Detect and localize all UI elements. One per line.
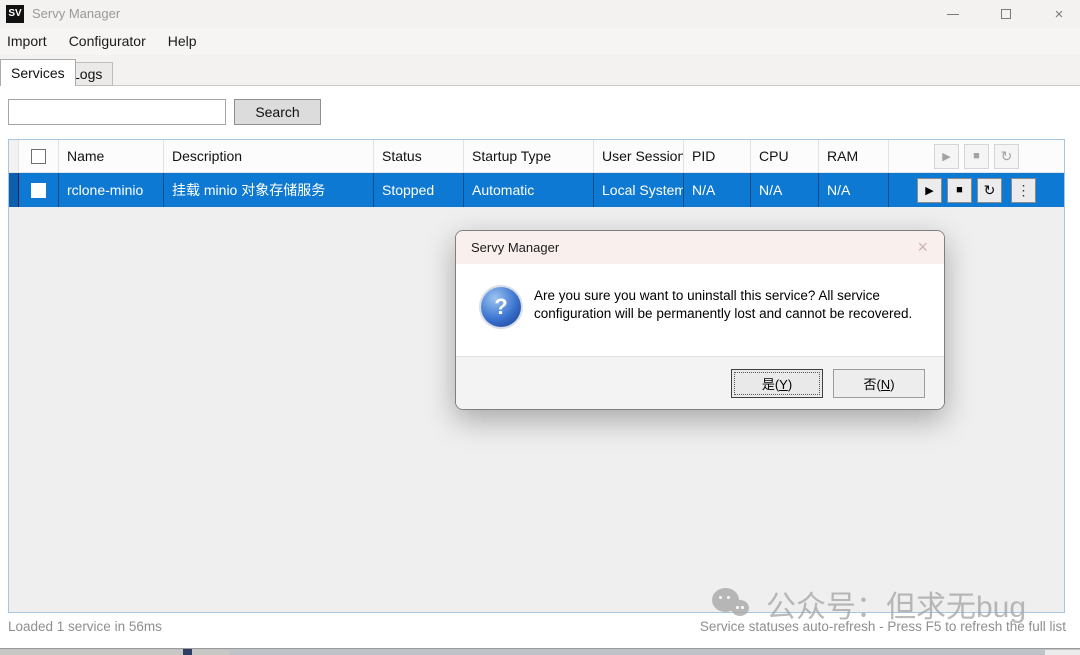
no-button-label-suffix: ) <box>890 377 894 392</box>
more-actions-button[interactable]: ⋮ <box>1011 178 1036 203</box>
more-icon: ⋮ <box>1017 182 1031 199</box>
column-header-ram[interactable]: RAM <box>819 140 889 172</box>
stop-service-button[interactable]: ■ <box>947 178 972 203</box>
play-icon: ▶ <box>925 184 933 197</box>
maximize-button[interactable] <box>988 0 1024 28</box>
column-header-name[interactable]: Name <box>59 140 164 172</box>
focus-rectangle <box>734 372 820 395</box>
title-bar: SV Servy Manager × <box>0 0 1080 28</box>
restart-service-button[interactable]: ↻ <box>977 178 1002 203</box>
no-button[interactable]: 否(N) <box>833 369 925 398</box>
refresh-icon: ↻ <box>984 182 996 199</box>
close-icon: × <box>1055 6 1064 23</box>
start-all-button: ▶ <box>934 144 959 169</box>
status-refresh-hint: Service statuses auto-refresh - Press F5… <box>700 619 1066 634</box>
refresh-icon: ↻ <box>1001 148 1013 165</box>
cell-user-session: Local System <box>594 173 684 207</box>
servy-manager-window: SV Servy Manager × Import Configurator H… <box>0 0 1080 655</box>
cell-ram: N/A <box>819 173 889 207</box>
column-header-cpu[interactable]: CPU <box>751 140 819 172</box>
app-icon: SV <box>6 5 24 23</box>
stop-icon: ■ <box>956 184 963 196</box>
cell-startup-type: Automatic <box>464 173 594 207</box>
service-row-rclone-minio[interactable]: rclone-minio 挂载 minio 对象存储服务 Stopped Aut… <box>9 173 1064 207</box>
taskbar-notch <box>183 649 192 655</box>
search-input[interactable] <box>8 99 226 125</box>
cell-status: Stopped <box>374 173 464 207</box>
maximize-icon <box>1001 9 1011 19</box>
minimize-button[interactable] <box>935 0 971 28</box>
dialog-close-button[interactable]: × <box>913 231 932 264</box>
row-select-cell <box>19 173 59 207</box>
tab-services[interactable]: Services <box>0 59 76 86</box>
column-header-status[interactable]: Status <box>374 140 464 172</box>
column-header-startup-type[interactable]: Startup Type <box>464 140 594 172</box>
cell-name: rclone-minio <box>59 173 164 207</box>
row-selection-indicator <box>9 173 19 207</box>
status-loaded-text: Loaded 1 service in 56ms <box>8 619 162 634</box>
dialog-footer: 是(Y) 否(N) <box>456 356 944 409</box>
restart-all-button: ↻ <box>994 144 1019 169</box>
cell-pid: N/A <box>684 173 751 207</box>
dialog-body: ? Are you sure you want to uninstall thi… <box>456 264 944 358</box>
stop-all-button: ■ <box>964 144 989 169</box>
close-button[interactable]: × <box>1041 0 1077 28</box>
dialog-message: Are you sure you want to uninstall this … <box>534 287 924 322</box>
column-header-description[interactable]: Description <box>164 140 374 172</box>
taskbar-segment <box>0 650 230 655</box>
play-icon: ▶ <box>942 150 950 163</box>
question-icon: ? <box>481 287 521 327</box>
header-select-all-cell <box>19 140 59 172</box>
menu-item-help[interactable]: Help <box>157 28 208 55</box>
dialog-title-bar: Servy Manager × <box>456 231 944 264</box>
column-header-user-session[interactable]: User Session <box>594 140 684 172</box>
cell-description: 挂载 minio 对象存储服务 <box>164 173 374 207</box>
menu-item-configurator[interactable]: Configurator <box>58 28 157 55</box>
start-service-button[interactable]: ▶ <box>917 178 942 203</box>
tab-strip: Services Logs <box>0 55 1080 86</box>
uninstall-confirm-dialog: Servy Manager × ? Are you sure you want … <box>455 230 945 410</box>
no-button-label: 否( <box>863 377 880 392</box>
yes-button[interactable]: 是(Y) <box>731 369 823 398</box>
select-all-checkbox[interactable] <box>31 149 46 164</box>
column-header-pid[interactable]: PID <box>684 140 751 172</box>
minimize-icon <box>947 14 959 15</box>
stop-icon: ■ <box>973 150 980 162</box>
taskbar-segment-right <box>1045 650 1080 655</box>
menu-bar: Import Configurator Help <box>0 28 1080 55</box>
dialog-title: Servy Manager <box>471 231 559 264</box>
menu-item-import[interactable]: Import <box>0 28 58 55</box>
dialog-close-icon: × <box>917 237 928 257</box>
row-checkbox[interactable] <box>31 183 46 198</box>
window-title: Servy Manager <box>32 0 120 28</box>
grid-header-row: Name Description Status Startup Type Use… <box>9 140 1064 173</box>
header-rowhead-cell <box>9 140 19 172</box>
row-actions-cell: ▶ ■ ↻ ⋮ <box>889 173 1064 207</box>
cell-cpu: N/A <box>751 173 819 207</box>
search-button[interactable]: Search <box>234 99 321 125</box>
taskbar-sliver <box>0 648 1080 655</box>
no-button-accesskey: N <box>881 377 890 392</box>
header-actions-cell: ▶ ■ ↻ <box>889 140 1064 172</box>
